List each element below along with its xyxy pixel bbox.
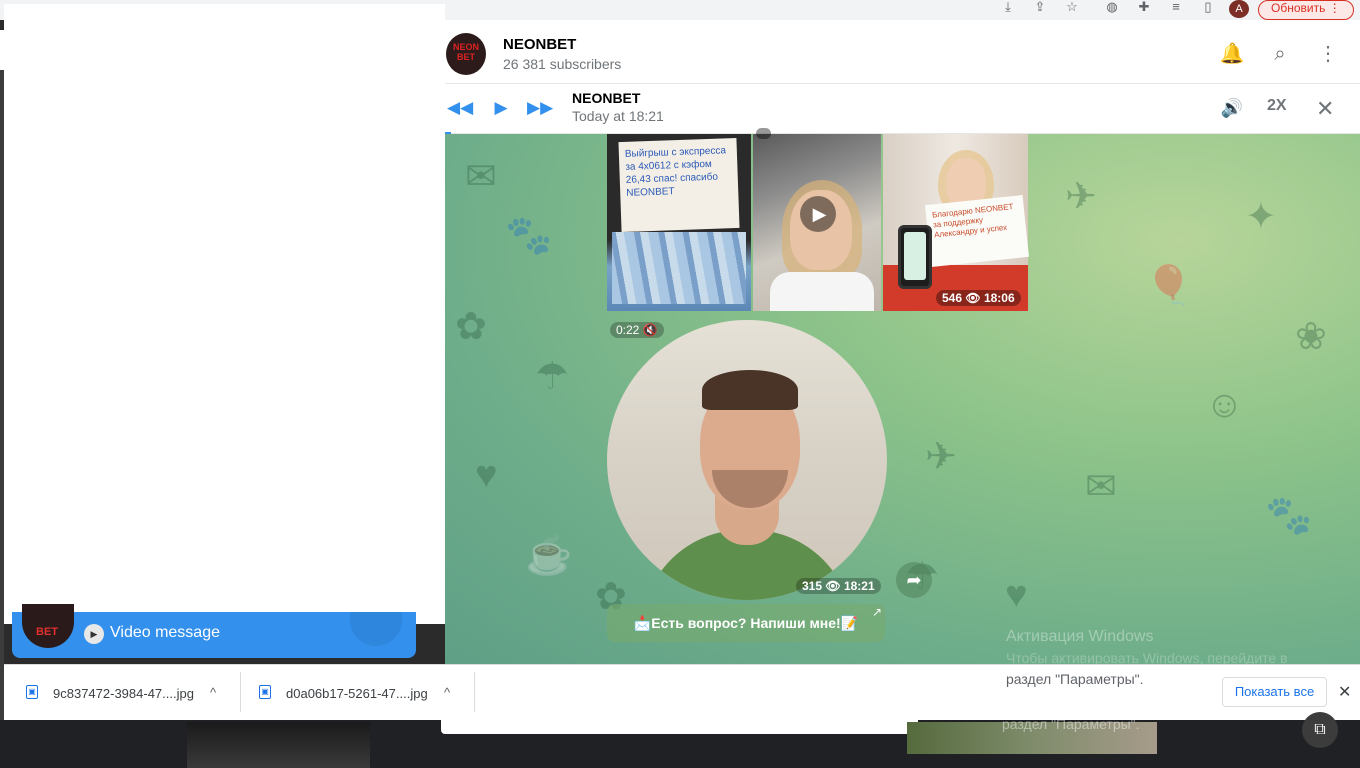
share-icon[interactable]: ⇪ <box>1031 0 1049 16</box>
video-message-label: Video message <box>110 624 220 641</box>
doodle-icon: 🐾 <box>1265 495 1313 537</box>
person-hair <box>702 370 798 410</box>
doodle-icon: ☺ <box>1205 384 1244 426</box>
rewind-icon[interactable]: ◀◀ <box>447 96 473 120</box>
divider <box>240 672 241 712</box>
person-shirt <box>770 272 874 311</box>
album-meta: 546 👁 18:06 <box>936 290 1021 306</box>
doodle-icon: ✈ <box>1065 176 1097 218</box>
profile-avatar[interactable]: A <box>1229 0 1249 18</box>
download-item-name[interactable]: d0a06b17-5261-47....jpg <box>286 686 428 701</box>
sender-avatar-text: BET <box>36 626 58 638</box>
activation-watermark-title: Активация Windows <box>1006 628 1154 645</box>
play-icon[interactable]: ▶ <box>488 96 514 120</box>
doodle-icon: ✿ <box>455 306 487 348</box>
open-external-icon[interactable]: ⧉ <box>1302 712 1338 748</box>
photo-sign-text: Выйгрыш с экспресса за 4х0612 с кэфом 26… <box>618 137 740 233</box>
update-button-label: Обновить <box>1271 1 1326 15</box>
eye-icon: 👁 <box>965 291 981 305</box>
doodle-icon: ☕ <box>525 535 573 577</box>
download-item-name[interactable]: 9c837472-3984-47....jpg <box>53 686 194 701</box>
external-link-icon: ↗ <box>872 605 883 619</box>
divider <box>474 672 475 712</box>
bell-icon[interactable]: 🔔 <box>1219 41 1245 67</box>
player-time: Today at 18:21 <box>572 108 664 124</box>
play-icon[interactable]: ▶ <box>84 624 104 644</box>
star-icon[interactable]: ☆ <box>1063 0 1081 16</box>
download-icon[interactable]: ⤓ <box>999 0 1017 16</box>
fast-forward-icon[interactable]: ▶▶ <box>527 96 553 120</box>
player-title: NEONBET <box>572 90 641 106</box>
close-icon[interactable]: ✕ <box>1316 96 1334 122</box>
channel-title[interactable]: NEONBET <box>503 36 576 53</box>
doodle-icon: ♥ <box>475 454 498 496</box>
play-icon[interactable]: ▶ <box>800 196 836 232</box>
menu-icon: ⋮ <box>1328 1 1341 15</box>
image-file-icon: ▣ <box>259 685 271 699</box>
search-icon[interactable]: ⌕ <box>1267 41 1293 67</box>
doodle-icon: ♥ <box>1005 574 1028 616</box>
image-file-icon: ▣ <box>26 685 38 699</box>
channel-avatar[interactable]: NEON BET <box>446 33 486 75</box>
background-card <box>441 720 918 734</box>
forward-icon[interactable]: ➦ <box>896 562 932 598</box>
duration-text: 0:22 <box>616 323 640 337</box>
video-duration-badge <box>756 128 771 139</box>
channel-avatar-text: NEON BET <box>452 42 479 62</box>
update-button[interactable]: Обновить ⋮ <box>1258 0 1354 20</box>
chevron-up-icon[interactable]: ^ <box>210 685 216 700</box>
muted-icon[interactable]: 🔇 <box>643 323 658 337</box>
doodle-icon: 🐾 <box>505 215 553 257</box>
video-duration: 0:22 🔇 <box>610 322 664 338</box>
downloads-bar <box>4 664 1360 720</box>
photo-sign-text: Благодарю NEONBET за поддержку Александр… <box>925 195 1029 267</box>
doodle-icon: ✉ <box>1085 466 1117 508</box>
doodle-icon: ✉ <box>465 156 497 198</box>
activation-watermark-text: раздел "Параметры". <box>1002 716 1140 732</box>
inline-url-button[interactable]: 📩Есть вопрос? Напиши мне!📝 <box>607 604 885 642</box>
phone-screen <box>904 232 926 280</box>
sidepanel-icon[interactable]: ▯ <box>1199 0 1217 16</box>
eye-icon: 👁 <box>825 579 841 593</box>
doodle-icon: 🎈 <box>1145 265 1193 307</box>
puzzle-icon[interactable]: ✚ <box>1135 0 1153 16</box>
chevron-up-icon[interactable]: ^ <box>444 685 450 700</box>
subscriber-count: 26 381 subscribers <box>503 56 622 72</box>
view-count: 546 <box>942 291 963 305</box>
more-icon[interactable]: ⋮ <box>1315 41 1341 67</box>
background-thumbnail <box>187 722 370 768</box>
banknotes-image <box>612 232 746 304</box>
show-all-button[interactable]: Показать все <box>1222 677 1327 707</box>
video-meta: 315 👁 18:21 <box>796 578 881 594</box>
view-count: 315 <box>802 579 823 593</box>
doodle-icon: ☂ <box>535 356 570 398</box>
doodle-icon: ❀ <box>1295 316 1327 358</box>
playback-speed-button[interactable]: 2X <box>1267 97 1287 115</box>
doodle-icon: ✦ <box>1245 196 1277 238</box>
doodle-icon: ✈ <box>925 436 957 478</box>
extension-icon[interactable]: ◍ <box>1103 0 1121 16</box>
message-time: 18:06 <box>983 291 1015 305</box>
volume-icon[interactable]: 🔊 <box>1219 96 1245 120</box>
media-icon[interactable]: ≡ <box>1167 0 1185 16</box>
window-edge <box>0 70 4 720</box>
close-icon[interactable]: ✕ <box>1338 682 1351 702</box>
activation-watermark-text: раздел "Параметры". <box>1006 671 1144 687</box>
left-panel <box>4 4 445 624</box>
message-time: 18:21 <box>843 579 875 593</box>
